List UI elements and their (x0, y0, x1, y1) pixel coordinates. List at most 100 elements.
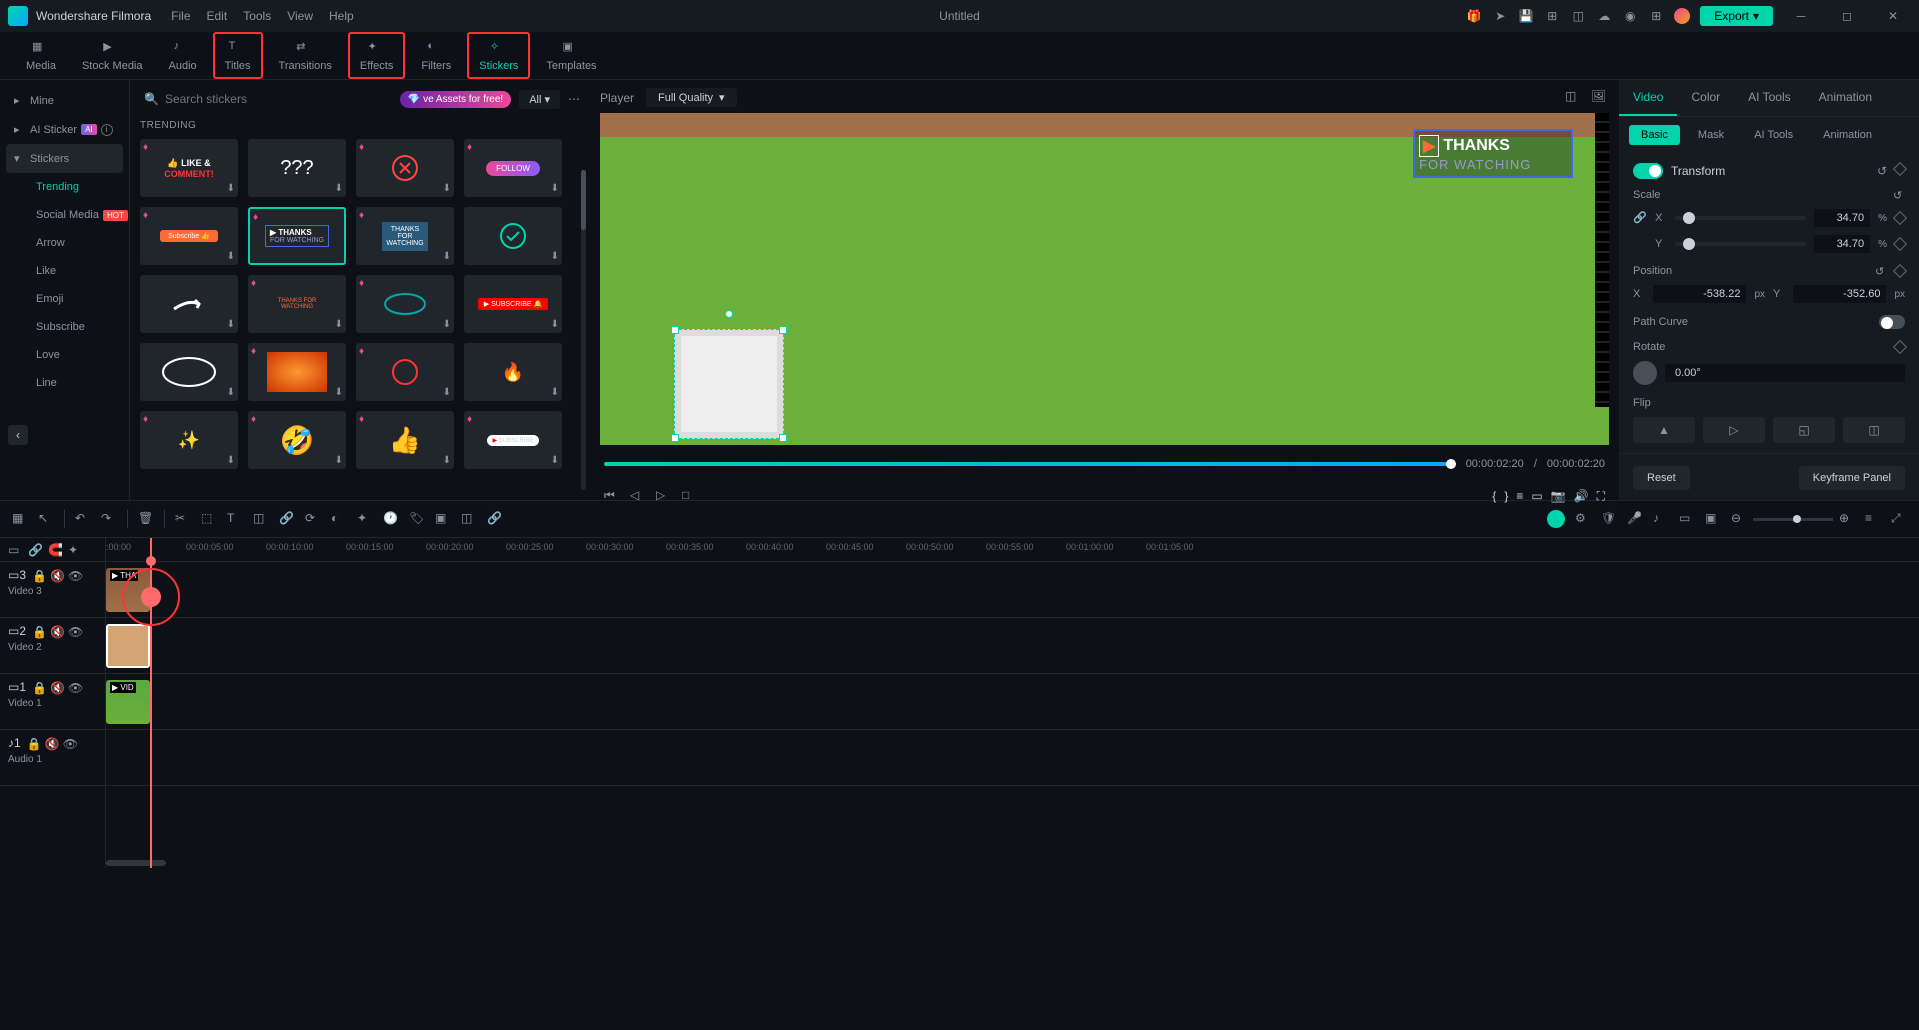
flip-reset-button[interactable]: ◫ (1843, 417, 1905, 443)
keyframe-icon[interactable] (1893, 264, 1907, 278)
keyframe-icon[interactable] (1893, 237, 1907, 251)
sticker-laugh-emoji[interactable]: ♦🤣⬇ (248, 411, 346, 469)
delete-icon[interactable]: 🗑 (138, 511, 154, 527)
download-icon[interactable]: ⬇ (443, 251, 451, 262)
mark-in-icon[interactable]: { (1492, 489, 1496, 504)
zoom-in-icon[interactable]: ⊕ (1839, 511, 1855, 527)
copy-icon[interactable]: ◫ (253, 511, 269, 527)
tab-effects[interactable]: ✦Effects (348, 32, 405, 79)
record-indicator[interactable] (1547, 510, 1565, 528)
maximize-button[interactable]: ◻ (1829, 4, 1865, 28)
lock-icon[interactable]: 🔗 (1633, 211, 1647, 225)
reset-icon[interactable]: ↺ (1877, 164, 1887, 178)
download-icon[interactable]: ⬇ (551, 183, 559, 194)
stop-button[interactable]: □ (682, 488, 698, 504)
zoom-slider[interactable] (1753, 518, 1833, 521)
browser-scrollbar[interactable] (581, 170, 586, 490)
layers-icon[interactable]: ◫ (461, 511, 477, 527)
sidebar-sub-line[interactable]: Line (0, 369, 129, 397)
scale-x-slider[interactable] (1675, 216, 1806, 220)
download-icon[interactable]: ⬇ (227, 387, 235, 398)
info-icon[interactable]: i (101, 124, 113, 136)
sticker-x-circle[interactable]: ♦⬇ (356, 139, 454, 197)
shield-icon[interactable]: 🛡 (1601, 511, 1617, 527)
scale-x-input[interactable] (1814, 209, 1870, 227)
download-icon[interactable]: ⬇ (551, 387, 559, 398)
tl-cursor-icon[interactable]: ↖ (38, 511, 54, 527)
sticker-oval-white[interactable]: ⬇ (140, 343, 238, 401)
snapshot-icon[interactable]: 📷 (1551, 489, 1566, 504)
lock-icon[interactable]: 🔒 (32, 569, 44, 581)
tl-grid-icon[interactable]: ▦ (12, 511, 28, 527)
subtab-animation[interactable]: Animation (1811, 125, 1884, 145)
search-stickers[interactable]: 🔍 (140, 88, 392, 110)
visibility-icon[interactable]: 👁 (68, 681, 80, 693)
sticker-flame[interactable]: 🔥⬇ (464, 343, 562, 401)
chain-icon[interactable]: 🔗 (487, 511, 503, 527)
tab-templates[interactable]: ▣Templates (536, 32, 606, 79)
sticker-thanks-watching-3[interactable]: ♦THANKS FORWATCHING⬇ (248, 275, 346, 333)
fullscreen-icon[interactable]: ⛶ (1597, 489, 1605, 504)
preview-canvas[interactable]: ▶THANKS FOR WATCHING (600, 113, 1609, 445)
split-icon[interactable]: ✂ (175, 511, 191, 527)
download-icon[interactable]: ⬇ (335, 319, 343, 330)
gift-icon[interactable]: 🎁 (1466, 8, 1482, 24)
subtab-basic[interactable]: Basic (1629, 125, 1680, 145)
download-icon[interactable]: ⬇ (227, 319, 235, 330)
download-icon[interactable]: ⬇ (443, 387, 451, 398)
gear-icon[interactable]: ⚙ (1575, 511, 1591, 527)
scale-y-slider[interactable] (1675, 242, 1806, 246)
close-button[interactable]: ✕ (1875, 4, 1911, 28)
display-icon[interactable]: ▭ (1531, 489, 1542, 504)
overlay-thanks[interactable]: ▶THANKS FOR WATCHING (1413, 129, 1573, 178)
progress-bar[interactable] (604, 462, 1456, 466)
filter-all-dropdown[interactable]: All ▾ (519, 90, 560, 109)
position-x-input[interactable] (1653, 285, 1746, 303)
record-icon[interactable]: ◉ (1622, 8, 1638, 24)
user-avatar[interactable] (1674, 8, 1690, 24)
subtab-mask[interactable]: Mask (1686, 125, 1736, 145)
sticker-explosion[interactable]: ♦⬇ (248, 343, 346, 401)
sticker-thanks-watching-1[interactable]: ♦▶ THANKSFOR WATCHING (248, 207, 346, 265)
mute-icon[interactable]: 🔇 (50, 569, 62, 581)
reset-button[interactable]: Reset (1633, 466, 1690, 490)
sidebar-back-button[interactable]: ‹ (8, 425, 28, 445)
menu-file[interactable]: File (171, 9, 190, 23)
download-icon[interactable]: ⬇ (335, 387, 343, 398)
sticker-subscribe-btn[interactable]: ♦Subscribe 👍⬇ (140, 207, 238, 265)
flip-horizontal-button[interactable]: ▲ (1633, 417, 1695, 443)
track-head-video-2[interactable]: ▭2🔒🔇👁 Video 2 (0, 618, 105, 674)
mute-icon[interactable]: 🔇 (45, 737, 57, 749)
more-icon[interactable]: ⋯ (568, 92, 580, 106)
undo-icon[interactable]: ↶ (75, 511, 91, 527)
scale-y-input[interactable] (1814, 235, 1870, 253)
inspector-tab-ai-tools[interactable]: AI Tools (1734, 80, 1804, 116)
save-icon[interactable]: 💾 (1518, 8, 1534, 24)
cloud-icon[interactable]: ☁ (1596, 8, 1612, 24)
sticker-follow[interactable]: ♦FOLLOW⬇ (464, 139, 562, 197)
send-icon[interactable]: ➤ (1492, 8, 1508, 24)
mute-icon[interactable]: 🔇 (50, 681, 62, 693)
assets-free-badge[interactable]: 💎ve Assets for free! (400, 91, 512, 108)
sticker-red-circle[interactable]: ♦⬇ (356, 343, 454, 401)
volume-icon[interactable]: 🔊 (1574, 489, 1589, 504)
visibility-icon[interactable]: 👁 (68, 625, 80, 637)
download-icon[interactable]: ⬇ (443, 455, 451, 466)
inspector-tab-color[interactable]: Color (1677, 80, 1734, 116)
sidebar-sub-like[interactable]: Like (0, 257, 129, 285)
play-button[interactable]: ▷ (656, 488, 672, 504)
tab-stock-media[interactable]: ▶Stock Media (72, 32, 153, 79)
download-icon[interactable]: ⬇ (227, 455, 235, 466)
tl-layout-icon[interactable]: ▭ (8, 543, 22, 557)
export-button[interactable]: Export▾ (1700, 6, 1773, 26)
download-icon[interactable]: ⬇ (443, 183, 451, 194)
tl-snap-icon[interactable]: ✦ (68, 543, 82, 557)
position-y-input[interactable] (1793, 285, 1886, 303)
inspector-tab-video[interactable]: Video (1619, 80, 1677, 116)
sidebar-sub-arrow[interactable]: Arrow (0, 229, 129, 257)
color-icon[interactable]: ◐ (331, 511, 347, 527)
sticker-yt-bar[interactable]: ♦▶ SUBSCRIBE⬇ (464, 411, 562, 469)
sticker-firework[interactable]: ♦✨⬇ (140, 411, 238, 469)
path-curve-toggle[interactable] (1879, 315, 1905, 329)
track-head-video-3[interactable]: ▭3🔒🔇👁 Video 3 (0, 562, 105, 618)
